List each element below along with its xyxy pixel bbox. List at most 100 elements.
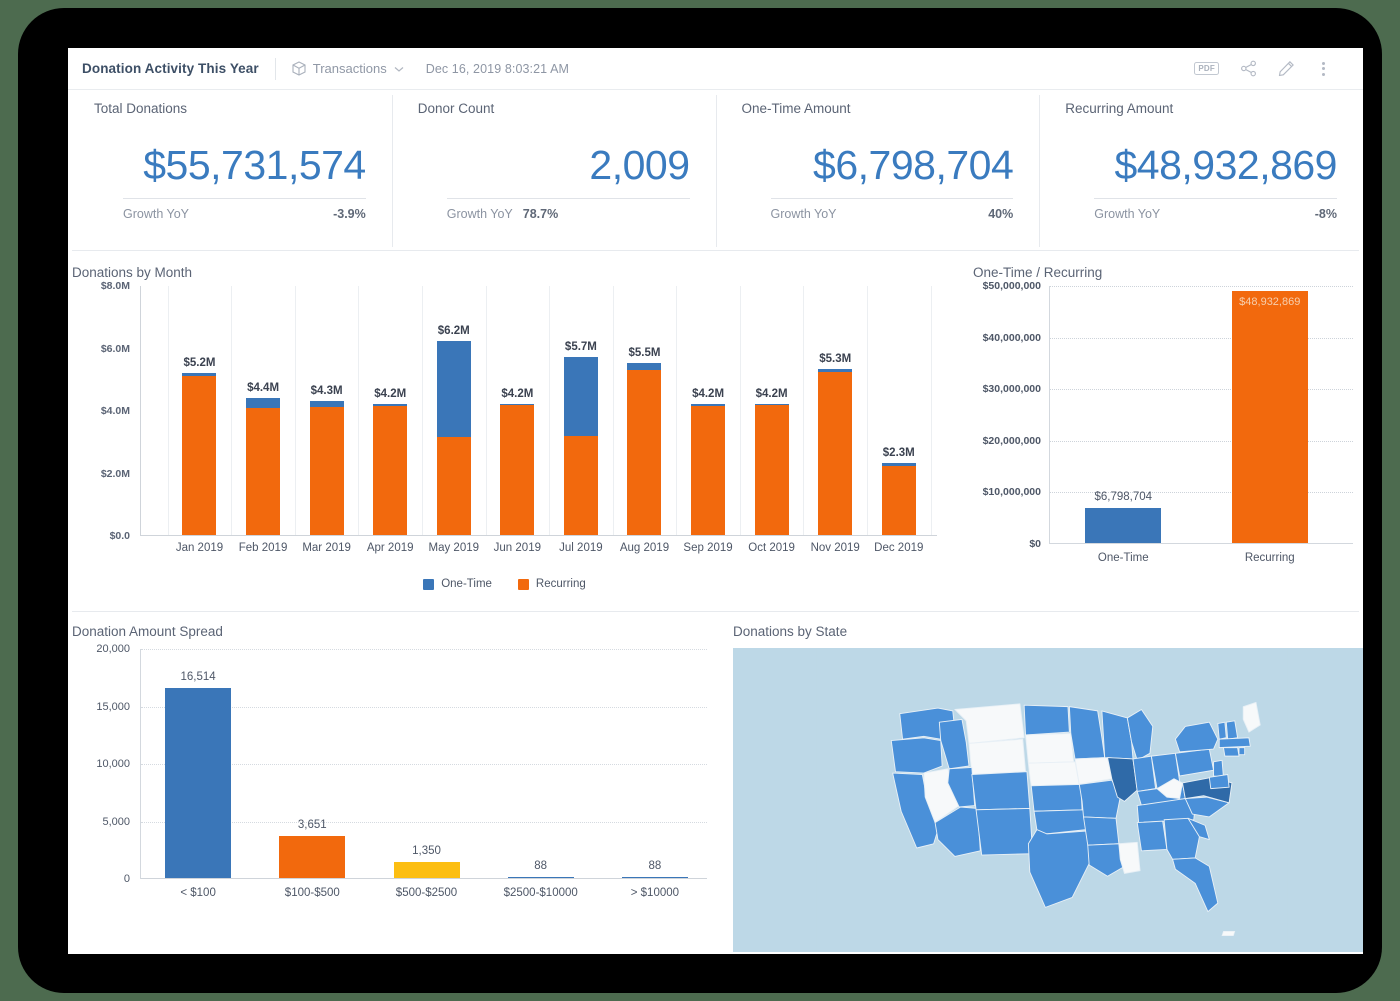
- bar-value-label: $5.2M: [183, 356, 216, 369]
- kpi-growth-label: Growth YoY: [123, 207, 190, 221]
- y-axis-tick: $50,000,000: [982, 280, 1041, 292]
- bar-segment-recurring[interactable]: [436, 437, 471, 535]
- bar-segment-recurring[interactable]: [182, 376, 217, 535]
- bar-fill: [393, 862, 460, 878]
- bar-segment-one-time[interactable]: [246, 397, 281, 409]
- bar-stack[interactable]: $4.2M: [500, 388, 535, 535]
- map-state-ma[interactable]: [1218, 737, 1251, 749]
- kpi-card-recurring-amount[interactable]: Recurring Amount $48,932,869 Growth YoY …: [1039, 90, 1363, 250]
- bar-value-label: $6.2M: [437, 325, 470, 338]
- kpi-growth-value: 40%: [988, 207, 1014, 221]
- panel-title: Donation Amount Spread: [72, 624, 223, 639]
- bar[interactable]: 88: [621, 860, 688, 878]
- bar-stack[interactable]: $4.3M: [309, 385, 344, 535]
- bar-segment-one-time[interactable]: [627, 363, 662, 370]
- chart-one-time-recurring[interactable]: $0 $10,000,000 $20,000,000 $30,000,000 $40,0…: [965, 280, 1363, 596]
- pencil-icon[interactable]: [1278, 60, 1295, 77]
- x-axis-tick: $100-$500: [284, 887, 340, 899]
- gridline: [612, 286, 614, 535]
- bar-stack[interactable]: $4.2M: [754, 388, 789, 535]
- kpi-card-one-time-amount[interactable]: One-Time Amount $6,798,704 Growth YoY 40…: [715, 90, 1040, 250]
- map-state-ne[interactable]: [1027, 761, 1080, 787]
- chart-donation-amount-spread[interactable]: 0 5,000 10,000 15,000 20,000 16,514 < $100 3,65…: [72, 643, 725, 909]
- bar[interactable]: 16,514: [165, 671, 232, 878]
- bar-value-label: $4.2M: [501, 387, 534, 400]
- map-state-md[interactable]: [1208, 774, 1230, 790]
- chart-donations-by-month[interactable]: $0.0 $2.0M $4.0M $6.0M $8.0M $5.2M Jan 2019 $4.…: [72, 280, 965, 590]
- legend-item[interactable]: One-Time: [423, 578, 492, 590]
- bar[interactable]: 3,651: [279, 819, 346, 878]
- bar-fill: [507, 877, 574, 878]
- bar-stack[interactable]: $5.7M: [563, 341, 598, 535]
- bar-segment-recurring[interactable]: [691, 405, 726, 535]
- bar-value-label: $6,798,704: [1094, 490, 1153, 503]
- bar-segment-recurring[interactable]: [246, 408, 281, 535]
- y-axis-tick: 10,000: [96, 758, 130, 770]
- map-state-ri[interactable]: [1238, 747, 1246, 756]
- bar-segment-recurring[interactable]: [500, 404, 535, 535]
- bar-segment-recurring[interactable]: [818, 371, 853, 535]
- bar-stack[interactable]: $4.2M: [373, 388, 408, 535]
- bar[interactable]: $48,932,869: [1231, 290, 1308, 543]
- cube-icon: [292, 61, 306, 76]
- map-state-nm[interactable]: [975, 807, 1034, 856]
- map-state-al[interactable]: [1136, 820, 1168, 852]
- export-pdf-button[interactable]: PDF: [1194, 61, 1219, 76]
- bar-value-label: $5.5M: [628, 347, 661, 360]
- map-state-wy[interactable]: [968, 738, 1027, 775]
- x-axis-line: [141, 878, 707, 879]
- x-axis-tick: Feb 2019: [238, 542, 288, 554]
- map-state-ar[interactable]: [1083, 816, 1120, 846]
- kpi-growth-label: Growth YoY: [770, 207, 837, 221]
- legend-item[interactable]: Recurring: [517, 578, 586, 590]
- bar-segment-recurring[interactable]: [373, 405, 408, 535]
- map-state-nj[interactable]: [1213, 759, 1224, 778]
- bar-segment-one-time[interactable]: [563, 356, 598, 436]
- x-axis-tick: Recurring: [1244, 552, 1295, 564]
- map-state-pr[interactable]: [1221, 931, 1236, 936]
- map-donations-by-state[interactable]: [733, 648, 1363, 952]
- bar[interactable]: 88: [507, 860, 574, 878]
- kpi-card-donor-count[interactable]: Donor Count 2,009 Growth YoY 78.7%: [391, 90, 716, 250]
- map-state-or[interactable]: [890, 737, 943, 774]
- kpi-card-total-donations[interactable]: Total Donations $55,731,574 Growth YoY -…: [68, 90, 392, 250]
- bar-segment-recurring[interactable]: [754, 405, 789, 535]
- bar-stack[interactable]: $4.2M: [691, 388, 726, 535]
- bar-stack[interactable]: $4.4M: [246, 382, 281, 535]
- bar[interactable]: 1,350: [393, 845, 460, 878]
- bar-stack[interactable]: $5.2M: [182, 357, 217, 535]
- share-icon[interactable]: [1240, 60, 1257, 77]
- bar-stack[interactable]: $2.3M: [881, 447, 916, 535]
- map-state-co[interactable]: [971, 771, 1031, 811]
- data-source-dropdown[interactable]: Transactions: [292, 61, 404, 76]
- bar-segment-recurring[interactable]: [563, 435, 598, 535]
- map-state-sd[interactable]: [1025, 733, 1075, 764]
- kpi-growth: Growth YoY -8%: [1094, 207, 1337, 221]
- gridline: [421, 286, 423, 535]
- bar-stack[interactable]: $5.3M: [818, 353, 853, 535]
- bar-value-label: $4.2M: [755, 387, 788, 400]
- y-axis-tick: $30,000,000: [982, 383, 1041, 396]
- map-state-vt[interactable]: [1217, 721, 1227, 740]
- bar-fill: [279, 836, 346, 878]
- kpi-growth-label: Growth YoY: [446, 207, 513, 221]
- bar-value-label: $48,932,869: [1239, 295, 1301, 308]
- bar-fill: [621, 877, 688, 878]
- y-axis-tick: $6.0M: [100, 342, 130, 355]
- page-title: Donation Activity This Year: [82, 61, 259, 76]
- bar-stack[interactable]: $5.5M: [627, 347, 662, 535]
- map-state-ok[interactable]: [1033, 809, 1087, 835]
- kebab-icon[interactable]: [1316, 61, 1331, 76]
- bar-stack[interactable]: $6.2M: [436, 325, 471, 535]
- bar-segment-recurring[interactable]: [627, 370, 662, 535]
- x-axis-tick: Jul 2019: [559, 542, 603, 554]
- gridline: [739, 286, 741, 535]
- bar[interactable]: $6,798,704: [1085, 491, 1162, 543]
- map-state-nd[interactable]: [1023, 704, 1070, 736]
- bar-segment-recurring[interactable]: [881, 466, 916, 535]
- bar-segment-one-time[interactable]: [436, 341, 471, 438]
- map-state-ks[interactable]: [1030, 783, 1083, 812]
- bar-segment-recurring[interactable]: [309, 406, 344, 535]
- y-axis-tick: $20,000,000: [982, 434, 1041, 447]
- map-state-ct[interactable]: [1222, 747, 1240, 757]
